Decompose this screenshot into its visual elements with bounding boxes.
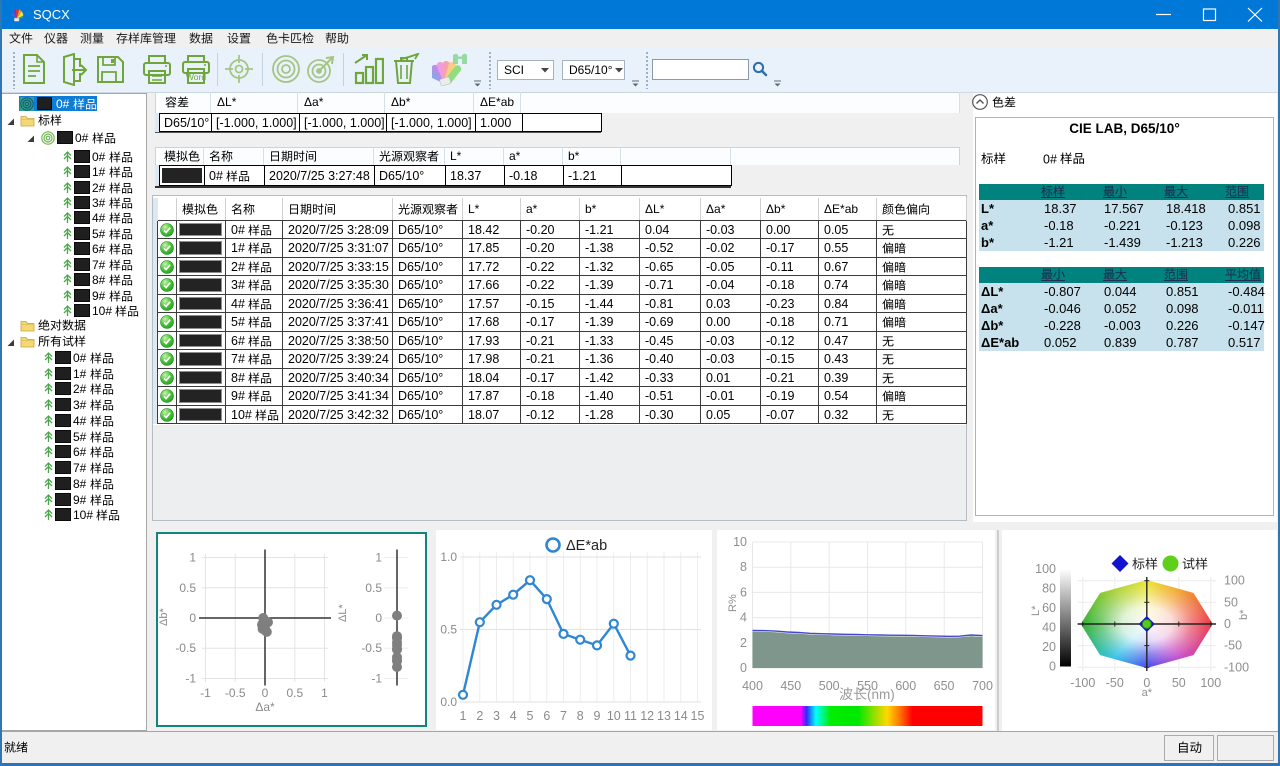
svg-text:Word: Word (186, 72, 206, 82)
svg-text:1: 1 (460, 709, 467, 723)
svg-text:0.5: 0.5 (179, 581, 196, 595)
svg-text:0: 0 (189, 611, 196, 625)
svg-text:12: 12 (640, 709, 654, 723)
svg-text:700: 700 (972, 679, 993, 693)
svg-text:10: 10 (733, 535, 747, 549)
svg-text:10: 10 (607, 709, 621, 723)
svg-text:4: 4 (510, 709, 517, 723)
svg-text:11: 11 (624, 709, 637, 723)
svg-text:ΔE*ab: ΔE*ab (566, 538, 607, 554)
svg-text:1: 1 (375, 551, 382, 565)
svg-text:2: 2 (740, 636, 747, 650)
svg-text:1: 1 (321, 686, 328, 700)
svg-text:0.0: 0.0 (440, 695, 457, 709)
svg-text:-1: -1 (185, 672, 196, 686)
svg-text:5: 5 (527, 709, 534, 723)
svg-text:R%: R% (727, 594, 739, 612)
svg-text:6: 6 (543, 709, 550, 723)
svg-text:9: 9 (594, 709, 601, 723)
svg-text:0.5: 0.5 (440, 623, 457, 637)
svg-text:1: 1 (189, 551, 196, 565)
svg-text:3: 3 (493, 709, 500, 723)
svg-text:0: 0 (740, 661, 747, 675)
svg-text:8: 8 (577, 709, 584, 723)
svg-text:-1: -1 (371, 672, 382, 686)
svg-text:ΔL*: ΔL* (337, 604, 349, 622)
svg-text:600: 600 (895, 679, 916, 693)
svg-text:1.0: 1.0 (440, 550, 457, 564)
svg-text:14: 14 (674, 709, 688, 723)
svg-text:6: 6 (740, 585, 747, 599)
svg-text:400: 400 (742, 679, 763, 693)
svg-text:-0.5: -0.5 (175, 641, 196, 655)
svg-text:-0.5: -0.5 (225, 686, 246, 700)
svg-text:8: 8 (740, 560, 747, 574)
svg-text:0: 0 (375, 611, 382, 625)
svg-text:0.5: 0.5 (365, 581, 382, 595)
svg-text:0: 0 (262, 686, 269, 700)
svg-text:Δa*: Δa* (255, 700, 275, 714)
svg-text:650: 650 (934, 679, 955, 693)
svg-text:500: 500 (819, 679, 840, 693)
svg-text:450: 450 (780, 679, 801, 693)
svg-text:7: 7 (560, 709, 567, 723)
svg-text:13: 13 (657, 709, 671, 723)
svg-text:-0.5: -0.5 (361, 641, 382, 655)
svg-text:0.5: 0.5 (286, 686, 303, 700)
svg-text:2: 2 (476, 709, 483, 723)
svg-text:Δb*: Δb* (158, 608, 170, 626)
svg-text:15: 15 (691, 709, 705, 723)
svg-text:(nm): (nm) (867, 687, 895, 702)
svg-text:4: 4 (740, 611, 747, 625)
svg-text:-1: -1 (200, 686, 211, 700)
